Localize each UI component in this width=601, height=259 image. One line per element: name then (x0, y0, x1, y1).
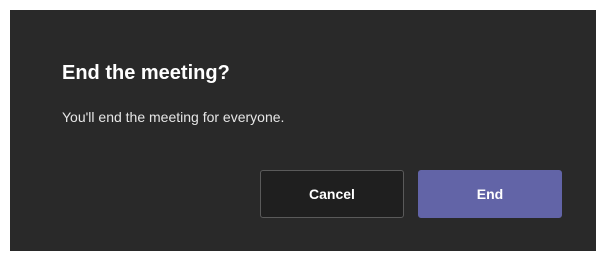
dialog-title: End the meeting? (62, 62, 230, 84)
cancel-button[interactable]: Cancel (260, 170, 404, 218)
end-button[interactable]: End (418, 170, 562, 218)
dialog-message: You'll end the meeting for everyone. (62, 109, 285, 125)
end-meeting-dialog: End the meeting? You'll end the meeting … (10, 10, 596, 251)
cancel-button-label: Cancel (309, 186, 355, 202)
end-button-label: End (476, 186, 504, 202)
